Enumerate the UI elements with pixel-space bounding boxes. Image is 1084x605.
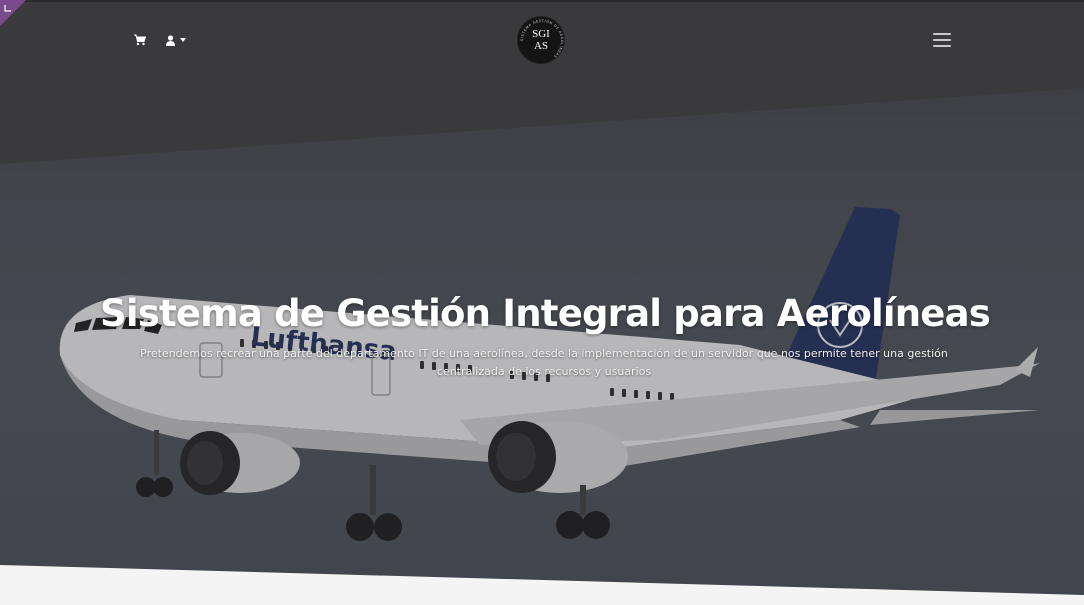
top-navbar: SISTEMA GESTIÓN DE AEROLÍNEAS SGI AS <box>0 0 1084 78</box>
hero-top-slant <box>0 76 1084 164</box>
logo-ring: SISTEMA GESTIÓN DE AEROLÍNEAS <box>520 19 564 59</box>
hamburger-line <box>933 39 951 41</box>
hamburger-menu-button[interactable] <box>933 33 951 47</box>
user-menu-button[interactable] <box>166 33 186 47</box>
hero-bottom-slant <box>0 565 1084 605</box>
hamburger-line <box>933 45 951 47</box>
site-logo[interactable]: SISTEMA GESTIÓN DE AEROLÍNEAS SGI AS <box>517 16 565 64</box>
chevron-down-icon <box>180 38 186 42</box>
hero-subtitle: Pretendemos recrear una parte del depart… <box>140 347 948 378</box>
hero-title: Sistema de Gestión Integral para Aerolín… <box>100 292 991 335</box>
user-icon <box>166 34 175 46</box>
shopping-cart-icon <box>134 34 147 46</box>
hamburger-menu-icon <box>933 33 951 35</box>
svg-text:SISTEMA GESTIÓN DE AEROLÍNEAS: SISTEMA GESTIÓN DE AEROLÍNEAS <box>520 19 564 59</box>
corner-badge-icon <box>0 0 26 26</box>
cart-button[interactable] <box>133 33 147 47</box>
